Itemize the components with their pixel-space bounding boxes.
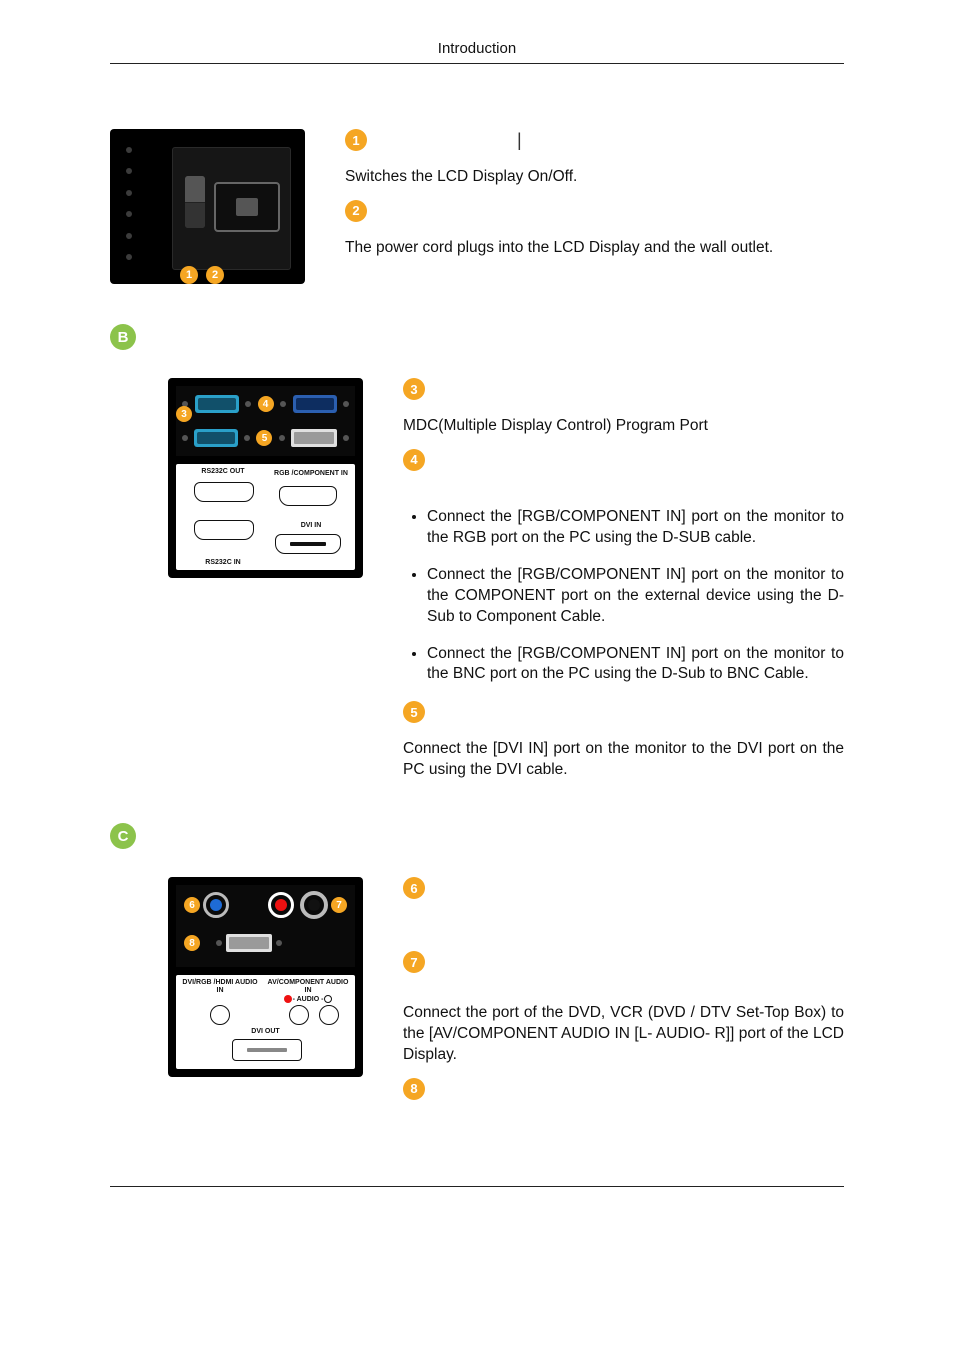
legend-jack-1 [210,1005,230,1025]
callout-5: 5 [256,430,272,446]
panel-c-top: 6 7 8 [176,885,355,967]
power-panel-illustration: 1 2 [110,129,305,284]
badge-6: 6 [403,877,425,899]
legend-port-dvi-out [232,1039,302,1061]
rgb-component-in-port-icon [293,395,337,413]
rca-audio-r-icon [268,892,294,918]
section-a-figure: 1 2 [110,129,305,294]
serial-video-panel-illustration: 4 3 5 [168,378,363,578]
label-dvi-out: DVI OUT [182,1028,349,1036]
callout-3: 3 [176,406,192,422]
power-switch-icon [185,176,205,228]
panel-c-legend: DVI/RGB /HDMI AUDIO IN AV/COMPONENT AUDI… [176,975,355,1069]
panel-b-legend: RS232C OUT RS232C IN RGB /COMPONENT IN D… [176,464,355,570]
dvi-in-port-icon [291,429,337,447]
legend-port-rgb [279,486,337,506]
item2-description: The power cord plugs into the LCD Displa… [345,238,844,259]
badge-4: 4 [403,449,425,471]
legend-port-rs232c-out [194,482,254,502]
vent-dots [126,147,132,260]
section-c-text: 6 7 Connect the port of the DVD, VCR (DV… [403,877,844,1116]
label-dvi-rgb-hdmi-audio: DVI/RGB /HDMI AUDIO IN [182,979,258,994]
rs232c-out-port-icon [195,395,239,413]
section-c-figure: 6 7 8 DVI/RGB /HDMI AUDI [168,877,363,1077]
page-title: Introduction [438,40,516,57]
label-rgb-component-in: RGB /COMPONENT IN [273,470,349,477]
badge-7: 7 [403,951,425,973]
page-header: Introduction [110,40,844,64]
audio-video-panel-illustration: 6 7 8 DVI/RGB /HDMI AUDI [168,877,363,1077]
section-a-text: 1 | Switches the LCD Display On/Off. 2 T… [345,129,844,271]
rca-audio-in-icon [203,892,229,918]
section-a: 1 2 1 | Switches the LCD Display On/Off.… [110,129,844,294]
item4-bullets: Connect the [RGB/COMPONENT IN] port on t… [403,507,844,685]
legend-port-dvi [275,534,341,554]
callout-6: 6 [184,897,200,913]
section-b-figure: 4 3 5 [168,378,363,578]
callout-7: 7 [331,897,347,913]
legend-jack-3 [319,1005,339,1025]
label-rs232c-in: RS232C IN [182,559,264,566]
badge-2: 2 [345,200,367,222]
legend-jack-2 [289,1005,309,1025]
badge-5: 5 [403,701,425,723]
section-badge-c: C [110,823,136,849]
callout-4: 4 [258,396,274,412]
rs232c-in-port-icon [194,429,238,447]
callout-8: 8 [184,935,200,951]
bullet-component: Connect the [RGB/COMPONENT IN] port on t… [427,565,844,628]
rca-audio-l-icon [300,891,328,919]
badge-3: 3 [403,378,425,400]
bullet-rgb: Connect the [RGB/COMPONENT IN] port on t… [427,507,844,549]
item5-description: Connect the [DVI IN] port on the monitor… [403,739,844,781]
callout-1: 1 [180,266,198,284]
badge-8: 8 [403,1078,425,1100]
footer-rule [110,1186,844,1187]
page: Introduction 1 2 1 | Switches the LCD Di [0,0,954,1247]
section-badge-b: B [110,324,136,350]
label-dvi-in: DVI IN [273,522,349,529]
label-rs232c-out: RS232C OUT [182,468,264,475]
badge-1: 1 [345,129,367,151]
power-inlet-icon [214,182,280,232]
label-av-component-audio: AV/COMPONENT AUDIO IN - AUDIO - [267,979,349,1003]
item1-description: Switches the LCD Display On/Off. [345,167,844,188]
callout-2: 2 [206,266,224,284]
dvi-out-port-icon [226,934,272,952]
section-b-text: 3 MDC(Multiple Display Control) Program … [403,378,844,793]
section-b: 4 3 5 [168,378,844,793]
panel-b-top: 4 3 5 [176,386,355,456]
bullet-bnc: Connect the [RGB/COMPONENT IN] port on t… [427,644,844,686]
legend-port-rs232c-in [194,520,254,540]
item7-description: Connect the port of the DVD, VCR (DVD / … [403,1003,844,1066]
section-c: 6 7 8 DVI/RGB /HDMI AUDI [168,877,844,1116]
divider-pipe: | [517,130,522,151]
item3-description: MDC(Multiple Display Control) Program Po… [403,416,844,437]
power-group [172,147,291,270]
